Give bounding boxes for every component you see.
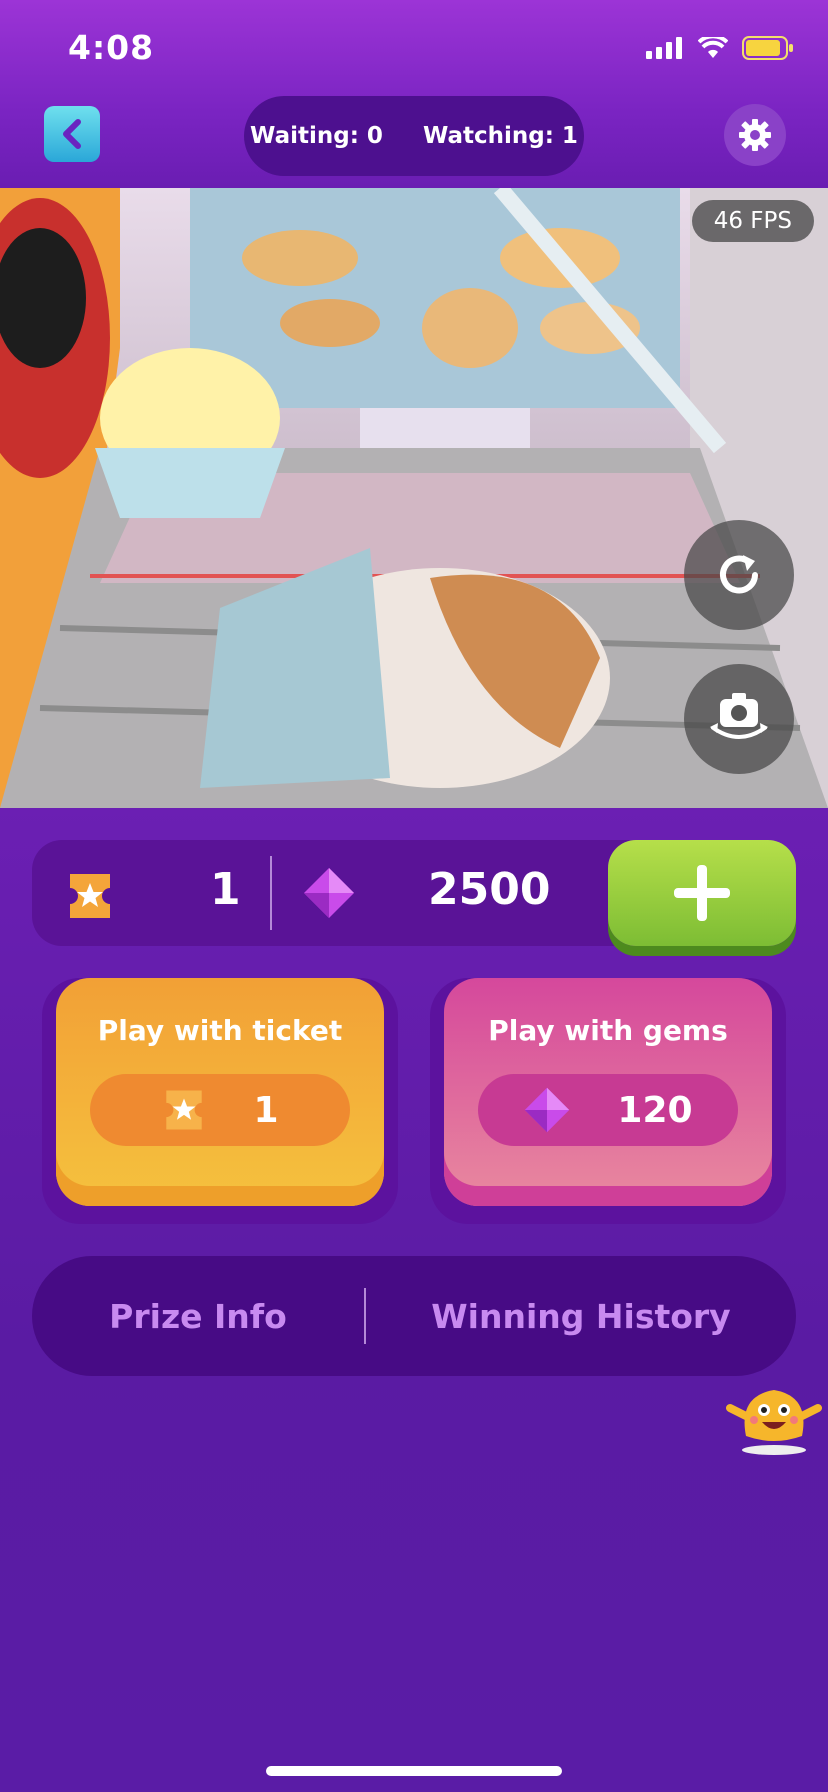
ticket-cost-pill: 1 (90, 1074, 350, 1146)
ticket-icon (64, 870, 116, 926)
status-icons (646, 36, 794, 60)
tab-winning-history[interactable]: Winning History (366, 1256, 796, 1376)
back-icon (63, 119, 81, 149)
queue-status: Waiting: 0 Watching: 1 (244, 96, 584, 176)
ticket-cost: 1 (253, 1089, 279, 1131)
home-indicator (266, 1766, 562, 1776)
settings-button[interactable] (724, 104, 786, 166)
play-ticket-title: Play with ticket (97, 1014, 343, 1047)
gem-cost: 120 (617, 1089, 693, 1131)
refresh-icon (720, 555, 758, 594)
play-gems-title: Play with gems (488, 1014, 728, 1047)
gem-cost-pill: 120 (478, 1074, 738, 1146)
play-with-ticket-button[interactable]: Play with ticket 1 (56, 978, 384, 1206)
add-currency-button[interactable] (608, 840, 796, 946)
refresh-button[interactable] (684, 520, 794, 630)
mascot-button[interactable] (726, 1376, 822, 1460)
wallet-divider (270, 856, 272, 930)
gear-icon (739, 119, 771, 151)
play-with-gems-button[interactable]: Play with gems 120 (444, 978, 772, 1206)
gem-icon (525, 1087, 570, 1133)
ticket-icon (166, 1090, 203, 1130)
play-gems-card: Play with gems 120 (430, 978, 786, 1224)
info-tab-bar: Prize Info Winning History (32, 1256, 796, 1376)
mascot-icon (726, 1390, 822, 1455)
back-button[interactable] (44, 106, 100, 162)
gem-balance: 2500 (428, 864, 551, 915)
status-time: 4:08 (68, 28, 155, 67)
play-ticket-card: Play with ticket 1 (42, 978, 398, 1224)
wifi-icon (698, 37, 728, 58)
fps-counter: 46 FPS (691, 200, 814, 242)
plus-icon (674, 865, 730, 921)
tab-prize-info[interactable]: Prize Info (32, 1256, 364, 1376)
signal-icon (646, 37, 682, 59)
ticket-balance: 1 (210, 864, 241, 915)
waiting-count: Waiting: 0 (250, 123, 383, 149)
gem-icon (302, 866, 356, 924)
switch-camera-button[interactable] (684, 664, 794, 774)
camera-switch-icon (710, 693, 768, 739)
watching-count: Watching: 1 (422, 123, 578, 149)
battery-icon (742, 36, 793, 60)
